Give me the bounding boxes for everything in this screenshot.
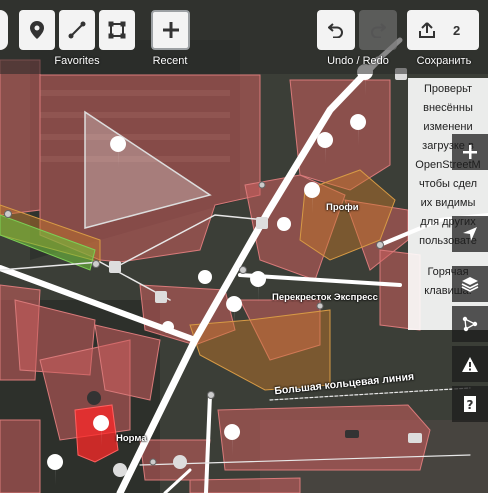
redo-button[interactable] bbox=[359, 10, 397, 50]
redo-icon bbox=[371, 23, 386, 38]
add-point-button[interactable] bbox=[19, 10, 55, 50]
map-label-perekrestok: Перекресток Экспресс bbox=[272, 292, 378, 303]
plus-icon bbox=[463, 145, 477, 159]
geolocate-button[interactable] bbox=[452, 216, 488, 252]
point-icon bbox=[30, 21, 44, 39]
line-icon bbox=[68, 21, 86, 39]
add-recent-button[interactable] bbox=[151, 10, 190, 50]
layers-icon bbox=[461, 277, 479, 292]
map-label-profi: Профи bbox=[326, 202, 359, 213]
map-data-button[interactable] bbox=[452, 306, 488, 342]
favorites-label: Favorites bbox=[54, 55, 100, 67]
undo-redo-label: Undo / Redo bbox=[327, 55, 389, 67]
undo-icon bbox=[328, 23, 343, 38]
save-label: Сохранить bbox=[416, 55, 472, 67]
upload-icon bbox=[419, 21, 435, 38]
background-layers-button[interactable] bbox=[452, 266, 488, 302]
map-label-norma: Норма bbox=[116, 433, 147, 444]
issues-button[interactable] bbox=[452, 346, 488, 382]
building-area-selected[interactable] bbox=[74, 404, 119, 463]
plus-icon bbox=[162, 22, 179, 38]
help-button[interactable]: ? bbox=[452, 386, 488, 422]
tooltip-line: их видимы bbox=[420, 197, 476, 209]
locate-arrow-icon bbox=[463, 227, 477, 241]
sidebar-toggle-button[interactable] bbox=[0, 10, 8, 50]
tooltip-line: внесённы bbox=[423, 102, 473, 114]
svg-text:?: ? bbox=[467, 398, 474, 412]
add-line-button[interactable] bbox=[59, 10, 95, 50]
recent-label: Recent bbox=[152, 55, 188, 67]
save-button[interactable]: 2 bbox=[407, 10, 479, 50]
add-area-button[interactable] bbox=[99, 10, 135, 50]
zoom-in-button[interactable] bbox=[452, 134, 488, 170]
tooltip-line: чтобы сдел bbox=[418, 178, 478, 190]
warning-icon bbox=[462, 356, 478, 372]
save-count: 2 bbox=[453, 22, 461, 38]
map-data-icon bbox=[462, 316, 478, 332]
help-icon: ? bbox=[464, 396, 476, 412]
undo-button[interactable] bbox=[317, 10, 355, 50]
area-icon bbox=[108, 21, 126, 39]
tooltip-line: Проверьт bbox=[423, 83, 472, 95]
